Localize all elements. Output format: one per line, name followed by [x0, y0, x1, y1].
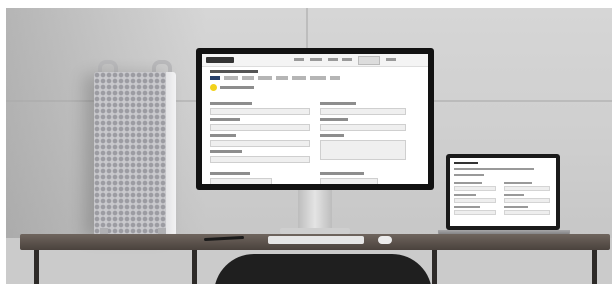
laptop-label	[504, 182, 532, 184]
form-label	[210, 172, 250, 175]
keyboard	[268, 236, 364, 244]
laptop-title	[454, 174, 484, 176]
laptop-field	[504, 198, 550, 203]
webpage-tab	[292, 76, 306, 80]
laptop-field	[454, 198, 496, 203]
webpage-nav-item	[342, 58, 352, 61]
mac-pro-tower	[94, 60, 176, 238]
webpage-nav-item	[328, 58, 338, 61]
form-label	[210, 118, 240, 121]
form-field	[320, 124, 406, 131]
mouse	[378, 236, 392, 244]
laptop-label	[454, 194, 476, 196]
monitor-stand	[298, 190, 332, 230]
laptop-field	[504, 186, 550, 191]
webpage-tab	[330, 76, 340, 80]
desktop-monitor	[196, 48, 434, 190]
desk-leg	[592, 250, 597, 284]
form-field	[210, 156, 310, 163]
form-label	[210, 134, 236, 137]
office-chair	[214, 254, 432, 284]
webpage-tab	[276, 76, 288, 80]
laptop-field	[454, 210, 496, 215]
webpage-logo	[206, 57, 234, 63]
laptop-label	[454, 182, 482, 184]
webpage-tab	[242, 76, 254, 80]
desk-leg	[432, 250, 437, 284]
webpage-tab	[210, 76, 220, 80]
laptop-label	[504, 194, 524, 196]
form-field	[210, 108, 310, 115]
webpage-tab	[310, 76, 326, 80]
webpage-subtitle	[220, 86, 254, 89]
webpage-button	[358, 56, 380, 65]
form-field	[210, 178, 272, 184]
webpage-nav-item	[294, 58, 304, 61]
form-field	[210, 124, 310, 131]
monitor-screen	[202, 54, 428, 184]
laptop-field	[504, 210, 550, 215]
form-label	[320, 102, 356, 105]
laptop-screen	[450, 158, 556, 226]
webpage-badge	[210, 84, 217, 91]
form-label	[320, 134, 344, 137]
photo-scene	[0, 0, 614, 284]
webpage-nav-item	[386, 58, 396, 61]
photograph	[6, 8, 612, 284]
form-textarea	[320, 140, 406, 160]
laptop-label	[454, 206, 480, 208]
laptop-logo	[454, 162, 478, 164]
laptop-field	[454, 186, 496, 191]
laptop	[446, 154, 560, 230]
webpage-tab	[224, 76, 238, 80]
form-label	[320, 118, 348, 121]
webpage-nav-item	[310, 58, 322, 61]
form-field	[210, 140, 310, 147]
form-label	[210, 150, 242, 153]
webpage-title	[210, 70, 258, 73]
laptop-nav	[454, 168, 534, 170]
webpage-tab	[258, 76, 272, 80]
form-field	[320, 108, 406, 115]
form-field	[320, 178, 378, 184]
form-label	[320, 172, 364, 175]
tower-grille	[94, 72, 176, 236]
laptop-label	[504, 206, 528, 208]
webpage-header	[202, 54, 428, 67]
desk-leg	[34, 250, 39, 284]
form-label	[210, 102, 252, 105]
desk-leg	[192, 250, 197, 284]
tower-side-panel	[166, 72, 176, 236]
